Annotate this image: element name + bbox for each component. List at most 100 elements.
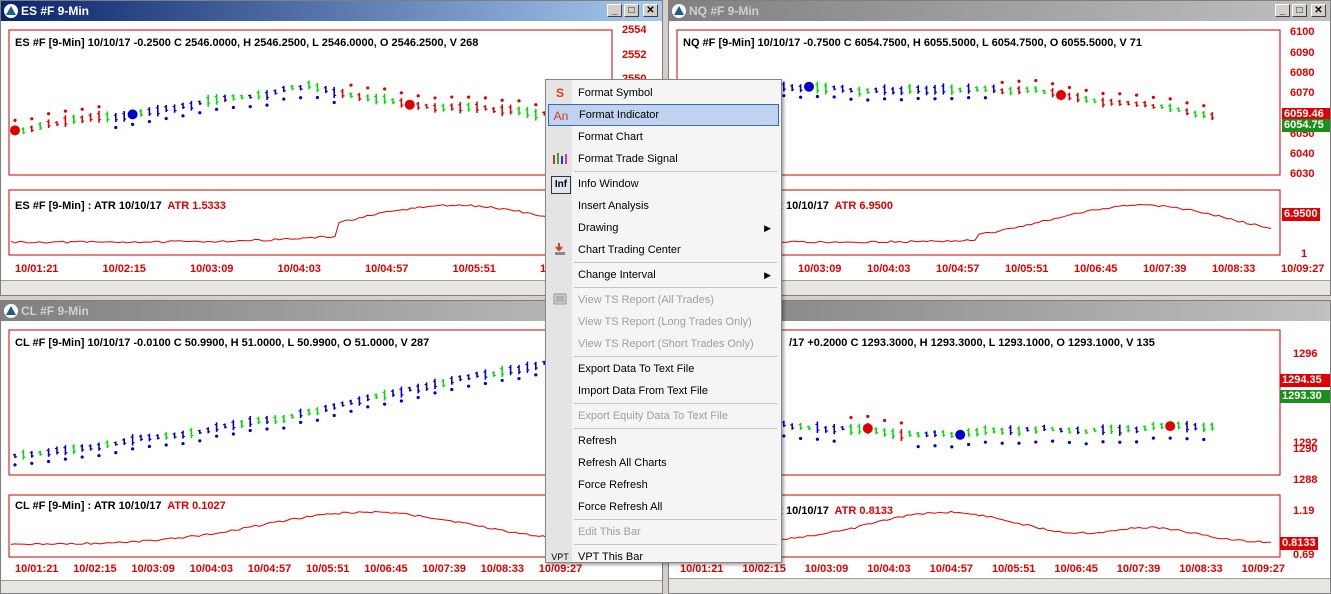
menu-item-format-trade-signal[interactable]: Format Trade Signal: [548, 148, 779, 170]
stop-dot: [47, 459, 51, 464]
time-axis-label: 10/03:09: [131, 563, 175, 575]
price-tick: 6040: [1290, 148, 1315, 160]
stop-dot: [63, 457, 67, 461]
stop-dot: [1118, 92, 1122, 96]
menu-item-refresh[interactable]: Refresh: [548, 430, 779, 452]
signal-marker: [404, 99, 415, 110]
signal-marker: [804, 81, 814, 92]
close-price-box: 1293.30: [1280, 390, 1330, 403]
stop-dot: [299, 420, 303, 424]
stop-dot: [866, 98, 870, 102]
signal-marker: [1165, 421, 1176, 432]
stop-dot: [517, 377, 521, 381]
stop-dot: [47, 112, 51, 116]
stop-dot: [349, 409, 353, 413]
stop-dot: [1067, 85, 1071, 90]
stop-dot: [332, 100, 336, 105]
time-axis-label: 10/08:33: [480, 563, 525, 575]
stop-dot: [383, 402, 387, 406]
vpt-icon: VPT: [551, 552, 569, 562]
stop-dot: [147, 444, 151, 449]
chart-trading-icon: [551, 242, 569, 258]
price-tick: 6070: [1290, 87, 1315, 99]
horizontal-scrollbar[interactable]: [1, 580, 662, 593]
stop-dot: [231, 105, 235, 110]
close-price-box: 6054.75: [1282, 119, 1330, 132]
time-axis-label: 10/04:03: [189, 563, 234, 575]
menu-item-format-symbol[interactable]: Format Symbol S: [548, 82, 779, 104]
time-axis-label: 10/01:21: [15, 563, 59, 575]
menu-item-import-data-from-text-file[interactable]: Import Data From Text File: [548, 380, 779, 402]
stop-dot: [1051, 82, 1055, 86]
stop-dot: [399, 91, 403, 95]
stop-dot: [933, 97, 937, 101]
stop-dot: [849, 415, 853, 420]
stop-dot: [1168, 97, 1172, 101]
stop-dot: [265, 103, 269, 107]
menu-separator: [574, 262, 777, 263]
time-axis-label: 10/04:03: [277, 263, 321, 275]
stop-dot: [1185, 437, 1189, 441]
stop-dot: [97, 454, 101, 458]
stop-dot: [849, 97, 853, 101]
stop-dot: [483, 381, 487, 386]
price-tick: 6090: [1290, 47, 1315, 59]
stop-dot: [500, 378, 504, 383]
menu-separator: [574, 519, 777, 520]
stop-dot: [399, 399, 403, 403]
stop-dot: [433, 391, 437, 395]
stop-dot: [832, 439, 836, 443]
time-axis-label: 10/06:45: [1054, 563, 1098, 575]
stop-dot: [933, 444, 937, 448]
stop-dot: [181, 114, 185, 118]
menu-item-view-ts-report-long-trades-only: View TS Report (Long Trades Only): [578, 316, 752, 328]
menu-item-vpt-this-bar[interactable]: VPT This Bar VPT: [548, 546, 779, 568]
menu-item-drawing[interactable]: Drawing ▶: [548, 217, 779, 239]
stop-dot: [983, 440, 987, 444]
stop-dot: [315, 418, 319, 422]
stop-dot: [1017, 441, 1021, 445]
menu-item-format-indicator[interactable]: Format Indicator An: [548, 104, 779, 126]
stop-dot: [181, 441, 185, 446]
stop-dot: [1202, 104, 1206, 108]
stop-dot: [80, 455, 84, 459]
time-axis-label: 10/03:09: [798, 263, 842, 275]
menu-item-info-window[interactable]: Info Window Inf: [548, 173, 779, 195]
time-axis-label: 10/01:21: [15, 263, 59, 275]
menu-item-force-refresh-all[interactable]: Force Refresh All: [548, 496, 779, 518]
menu-item-change-interval[interactable]: Change Interval ▶: [548, 264, 779, 286]
menu-item-chart-trading-center[interactable]: Chart Trading Center: [548, 239, 779, 261]
menu-item-force-refresh[interactable]: Force Refresh: [548, 474, 779, 496]
stop-dot: [299, 96, 303, 100]
trade-signal-icon: [551, 151, 569, 167]
time-axis-label: 10/05:51: [306, 563, 350, 575]
stop-dot: [416, 94, 420, 98]
menu-item-format-chart[interactable]: Format Chart: [548, 126, 779, 148]
horizontal-scrollbar[interactable]: [669, 578, 1330, 593]
stop-dot: [1000, 80, 1004, 84]
info-window-icon: Inf: [551, 176, 571, 194]
stop-dot: [366, 405, 370, 409]
signal-marker: [1056, 90, 1066, 101]
menu-item-insert-analysis[interactable]: Insert Analysis: [548, 195, 779, 217]
signal-marker: [862, 423, 873, 434]
time-axis-label: 10/03:09: [804, 563, 849, 575]
stop-dot: [1101, 91, 1105, 96]
stop-dot: [815, 437, 819, 441]
menu-item-export-data-to-text-file[interactable]: Export Data To Text File: [548, 358, 779, 380]
stop-dot: [1185, 101, 1189, 105]
time-axis-label: 10/02:15: [73, 563, 117, 575]
atr-tick: 1.19: [1293, 505, 1315, 517]
time-axis-label: 10/04:57: [929, 563, 974, 575]
stop-dot: [147, 119, 151, 124]
stop-dot: [433, 96, 437, 100]
menu-separator: [574, 356, 777, 357]
stop-dot: [883, 418, 887, 423]
stop-dot: [1034, 440, 1038, 444]
stop-dot: [534, 103, 538, 107]
stop-dot: [467, 384, 471, 388]
stop-dot: [534, 373, 538, 377]
menu-item-refresh-all-charts[interactable]: Refresh All Charts: [548, 452, 779, 474]
stop-dot: [164, 116, 168, 121]
time-axis-label: 10/05:51: [1005, 263, 1049, 275]
